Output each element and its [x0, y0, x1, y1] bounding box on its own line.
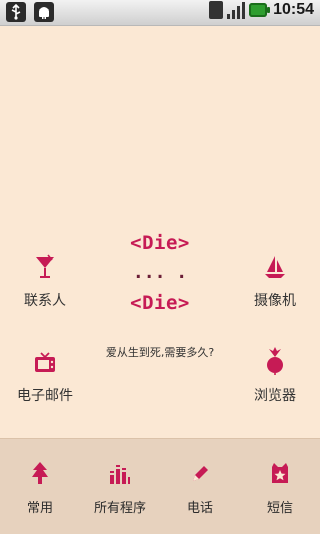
- usb-icon: [6, 2, 26, 22]
- app-email-label: 电子邮件: [17, 388, 73, 404]
- dock-item-phone-label: 电话: [186, 501, 213, 516]
- status-time: 10:54: [273, 1, 314, 18]
- tree-icon: [0, 457, 80, 485]
- dock-item-phone[interactable]: 电话: [160, 457, 240, 516]
- dock-item-all-apps[interactable]: 所有程序: [80, 457, 160, 516]
- status-right-icons: 10:54: [209, 1, 314, 19]
- dock-item-all-apps-label: 所有程序: [93, 501, 146, 516]
- dock-item-sms-label: 短信: [266, 501, 293, 516]
- question-text: 爱从生到死,需要多久?: [105, 346, 215, 359]
- app-browser-label: 浏览器: [254, 388, 296, 404]
- dots-text: ... .: [132, 262, 188, 283]
- app-camera[interactable]: 摄像机: [230, 250, 320, 310]
- dock-bar: 常用 所有程序 电话 短信: [0, 438, 320, 534]
- bars-grid-icon: [80, 457, 160, 485]
- app-contacts-label: 联系人: [24, 293, 66, 309]
- ellipsis-text: ... .: [80, 262, 240, 283]
- status-bar: 10:54: [0, 0, 320, 26]
- die-text-top: <Die>: [80, 232, 240, 254]
- android-icon: [34, 2, 54, 22]
- dock-item-sms[interactable]: 短信: [240, 457, 320, 516]
- dock-item-common[interactable]: 常用: [0, 457, 80, 516]
- dock-item-common-label: 常用: [26, 501, 53, 516]
- die-top-text: <Die>: [130, 232, 190, 254]
- star-bag-icon: [240, 457, 320, 485]
- status-left-icons: [6, 2, 54, 22]
- signal-icon: [227, 1, 246, 19]
- cocktail-glass-icon: [0, 250, 90, 280]
- die-text-bottom: <Die>: [80, 292, 240, 314]
- sailboat-icon: [230, 250, 320, 280]
- battery-icon: [249, 3, 271, 17]
- pencil-icon: [160, 457, 240, 485]
- app-contacts[interactable]: 联系人: [0, 250, 90, 310]
- sim-card-icon: [209, 1, 224, 19]
- app-camera-label: 摄像机: [254, 293, 296, 309]
- die-bottom-text: <Die>: [130, 292, 190, 314]
